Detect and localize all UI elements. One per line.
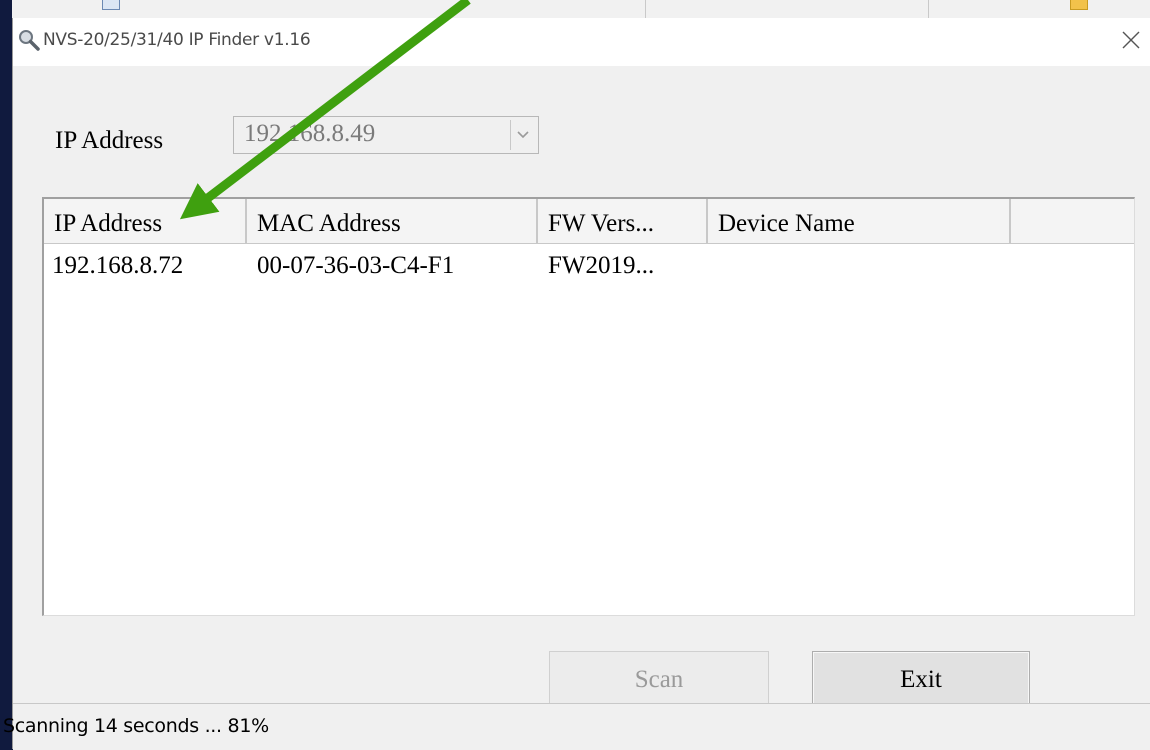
device-list[interactable]: IP Address MAC Address FW Vers... Device… (42, 197, 1135, 616)
window-content: IP Address 192.168.8.49 IP Address MAC A… (3, 66, 1150, 750)
column-header-ip-address[interactable]: IP Address (44, 199, 247, 243)
ip-address-value: 192.168.8.49 (244, 120, 376, 147)
window-title: NVS-20/25/31/40 IP Finder v1.16 (43, 30, 311, 50)
column-header-empty[interactable] (1011, 199, 1134, 243)
column-header-mac-address[interactable]: MAC Address (247, 199, 538, 243)
ip-address-select[interactable]: 192.168.8.49 (233, 116, 539, 154)
background-divider (928, 0, 929, 18)
ip-finder-window: NVS-20/25/31/40 IP Finder v1.16 IP Addre… (3, 18, 1150, 750)
chevron-down-icon[interactable] (510, 120, 535, 150)
status-bar: Scanning 14 seconds ... 81% (3, 703, 1150, 750)
background-folder-icon (1070, 0, 1088, 10)
close-icon (1122, 31, 1140, 49)
title-bar[interactable]: NVS-20/25/31/40 IP Finder v1.16 (13, 18, 1150, 66)
close-button[interactable] (1111, 18, 1150, 62)
exit-button[interactable]: Exit (812, 651, 1030, 709)
row-mac-address: 00-07-36-03-C4-F1 (257, 252, 455, 279)
device-list-header: IP Address MAC Address FW Vers... Device… (44, 199, 1134, 244)
magnifier-icon (17, 28, 41, 52)
status-text: Scanning 14 seconds ... 81% (3, 715, 269, 737)
scan-button[interactable]: Scan (549, 651, 769, 709)
background-document-icon (102, 0, 120, 10)
column-header-fw-version[interactable]: FW Vers... (538, 199, 708, 243)
background-divider (645, 0, 646, 18)
background-app-strip (12, 0, 1150, 19)
row-fw-version: FW2019... (548, 252, 655, 279)
row-ip-address: 192.168.8.72 (52, 252, 184, 279)
table-row[interactable]: 192.168.8.72 00-07-36-03-C4-F1 FW2019... (44, 243, 1134, 289)
ip-address-label: IP Address (55, 127, 164, 154)
column-header-device-name[interactable]: Device Name (708, 199, 1011, 243)
